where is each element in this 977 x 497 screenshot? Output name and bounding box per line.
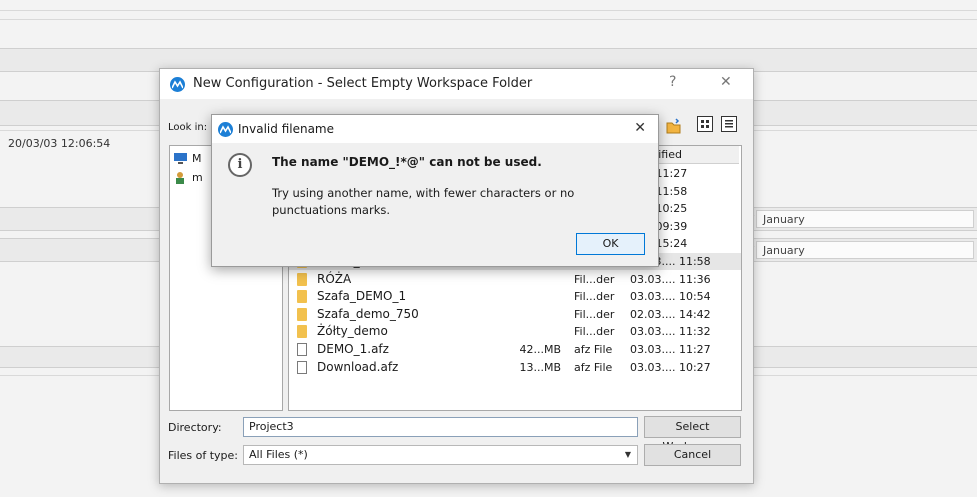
folder-icon (297, 290, 307, 304)
sidebar-item-label: m (192, 170, 203, 184)
month-select[interactable]: January (756, 210, 974, 228)
files-of-type-select[interactable]: All Files (*) ▼ (243, 445, 638, 465)
ok-button[interactable]: OK (576, 233, 645, 255)
file-icon (297, 360, 307, 374)
look-in-label: Look in: (168, 122, 208, 133)
folder-icon (297, 307, 307, 321)
sidebar-item-computer[interactable]: M (173, 149, 202, 167)
file-type: afz File (574, 360, 613, 374)
alert-close-button[interactable]: ✕ (634, 120, 646, 136)
help-button[interactable]: ? (669, 74, 676, 90)
dialog-title: New Configuration - Select Empty Workspa… (193, 76, 533, 91)
background-timestamp: 20/03/03 12:06:54 (8, 137, 111, 150)
folder-icon (297, 272, 307, 286)
file-size: 13...MB (519, 360, 561, 374)
file-row[interactable]: DEMO_1.afz 42...MB afz File 03.03.... 11:27 (289, 341, 741, 358)
alert-message: The name "DEMO_!*@" can not be used. (272, 155, 542, 169)
file-modified: 03.03.... 11:27 (630, 343, 711, 356)
invalid-filename-alert: Invalid filename ✕ i The name "DEMO_!*@"… (211, 114, 659, 267)
file-modified: 03.03.... 11:32 (630, 325, 711, 339)
dialog-titlebar: New Configuration - Select Empty Workspa… (160, 69, 753, 99)
file-type: Fil...der (574, 290, 615, 304)
alert-detail: Try using another name, with fewer chara… (272, 186, 575, 217)
sidebar-item-user[interactable]: m (173, 168, 203, 186)
file-modified: 02.03.... 14:42 (630, 307, 711, 321)
files-of-type-label: Files of type: (168, 449, 239, 462)
info-icon: i (228, 153, 252, 177)
select-workspace-button[interactable]: Select Workspace (644, 416, 741, 453)
app-logo-icon (218, 122, 233, 137)
divider (0, 10, 977, 11)
file-modified: 03.03.... 10:54 (630, 290, 711, 304)
computer-icon (174, 152, 187, 164)
list-view-icon[interactable] (697, 116, 713, 132)
divider (0, 19, 977, 20)
user-icon (176, 171, 184, 184)
file-row[interactable]: Żółty_demo Fil...der 03.03.... 11:32 (289, 323, 741, 340)
chevron-down-icon: ▼ (624, 450, 631, 459)
file-name: Żółty_demo (317, 324, 388, 339)
file-row[interactable]: Szafa_demo_750 Fil...der 02.03.... 14:42 (289, 306, 741, 323)
cancel-button[interactable]: Cancel (644, 444, 741, 466)
file-name: Download.afz (317, 359, 399, 374)
file-name: DEMO_1.afz (317, 342, 389, 356)
detail-view-icon[interactable] (721, 116, 737, 132)
app-logo-icon (170, 77, 185, 92)
files-of-type-value: All Files (*) (249, 448, 308, 461)
month-select[interactable]: January (756, 241, 974, 259)
file-type: Fil...der (574, 307, 615, 321)
file-modified: 03.03.... 10:27 (630, 360, 711, 374)
file-type: Fil...der (574, 272, 615, 286)
directory-label: Directory: (168, 421, 222, 434)
file-icon (297, 343, 307, 356)
file-name: RÓŻA (317, 271, 352, 286)
alert-titlebar: Invalid filename ✕ (212, 115, 658, 143)
file-size: 42...MB (519, 343, 561, 356)
sidebar-item-label: M (192, 151, 202, 165)
file-row[interactable]: RÓŻA Fil...der 03.03.... 11:36 (289, 271, 741, 288)
alert-title: Invalid filename (238, 122, 335, 136)
new-folder-icon[interactable] (665, 118, 682, 135)
file-row[interactable]: Szafa_DEMO_1 Fil...der 03.03.... 10:54 (289, 288, 741, 305)
file-modified: 03.03.... 11:36 (630, 272, 711, 286)
file-type: afz File (574, 343, 613, 356)
file-row[interactable]: Download.afz 13...MB afz File 03.03.... 10:… (289, 359, 741, 376)
close-button[interactable]: ✕ (720, 74, 732, 90)
directory-input[interactable]: Project3 (243, 417, 638, 437)
file-name: Szafa_DEMO_1 (317, 289, 407, 304)
folder-icon (297, 325, 307, 339)
file-type: Fil...der (574, 325, 615, 339)
file-name: Szafa_demo_750 (317, 306, 419, 321)
